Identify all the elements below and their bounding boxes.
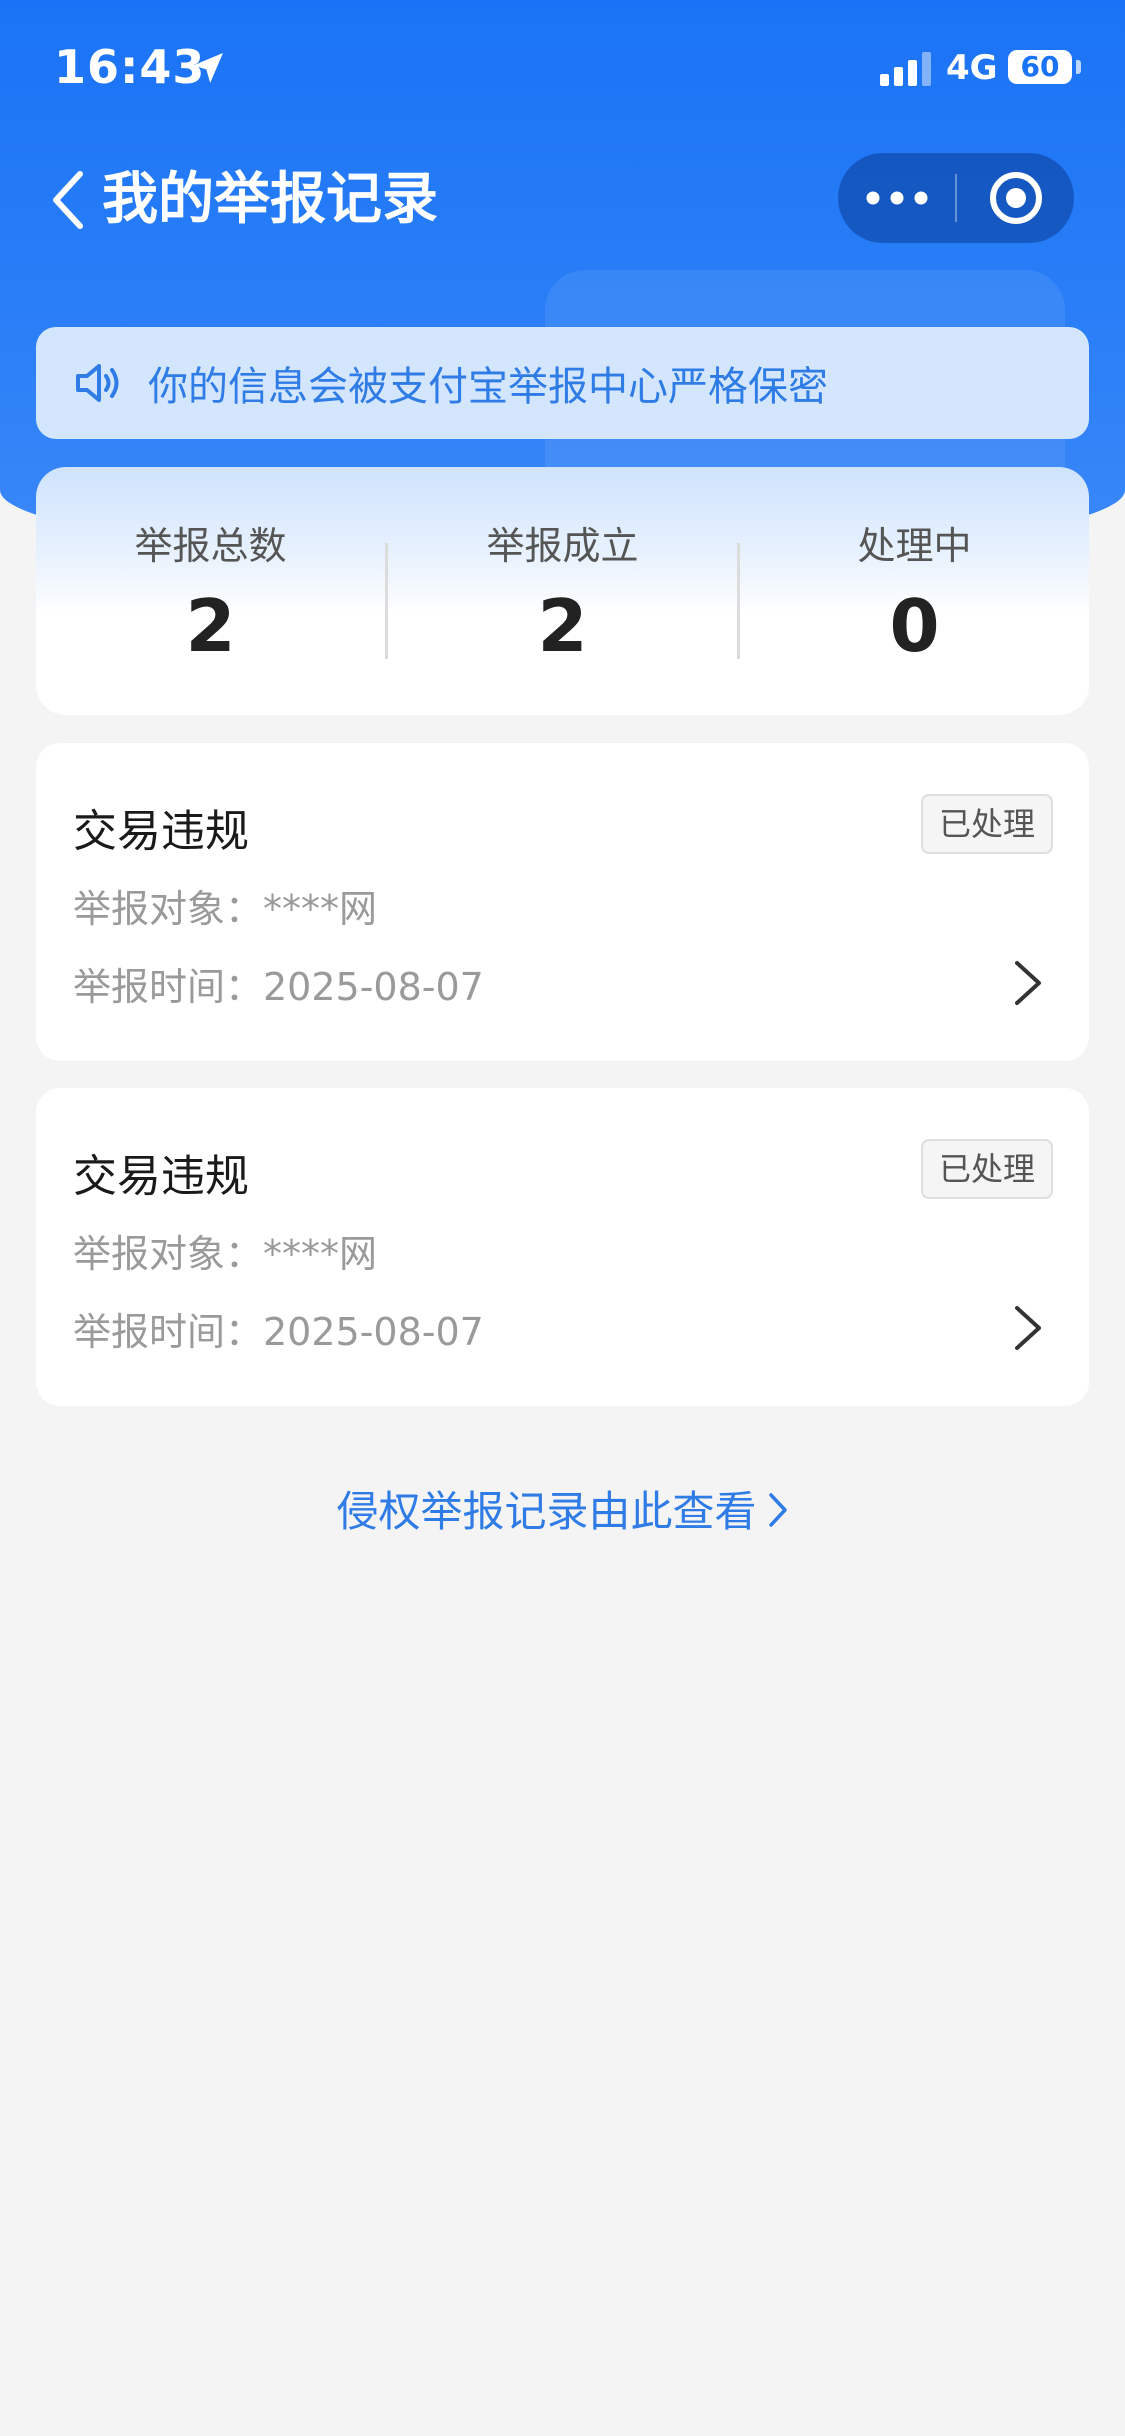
- stats-card: 举报总数 2 举报成立 2 处理中 0: [36, 467, 1089, 715]
- speaker-icon: [76, 364, 119, 402]
- close-button[interactable]: [957, 153, 1074, 243]
- chevron-right-icon: [1015, 961, 1041, 1005]
- cellular-signal-icon: [880, 52, 931, 86]
- status-badge: 已处理: [920, 794, 1053, 854]
- target-close-icon: [989, 172, 1042, 224]
- page-title: 我的举报记录: [102, 167, 438, 232]
- status-time: 16:43: [54, 40, 206, 94]
- chevron-right-icon: [1015, 1306, 1041, 1350]
- stat-label: 举报总数: [134, 523, 287, 568]
- record-target: 举报对象：****网: [73, 1232, 378, 1276]
- mini-program-capsule: [838, 153, 1074, 243]
- stat-label: 处理中: [857, 523, 972, 568]
- privacy-notice: 你的信息会被支付宝举报中心严格保密: [36, 327, 1089, 439]
- record-time: 举报时间：2025-08-07: [73, 965, 484, 1009]
- record-time: 举报时间：2025-08-07: [73, 1310, 484, 1354]
- status-badge: 已处理: [920, 1139, 1053, 1199]
- infringement-records-link[interactable]: 侵权举报记录由此查看: [0, 1478, 1125, 1539]
- report-record-card[interactable]: 交易违规 已处理 举报对象：****网 举报时间：2025-08-07: [36, 743, 1089, 1061]
- stat-label: 举报成立: [486, 523, 639, 568]
- stat-value: 2: [537, 583, 588, 668]
- record-type: 交易违规: [73, 1151, 249, 1202]
- chevron-right-icon: [768, 1493, 787, 1527]
- record-type: 交易违规: [73, 806, 249, 857]
- more-button[interactable]: [838, 153, 955, 243]
- battery-cap: [1076, 60, 1081, 74]
- notice-text: 你的信息会被支付宝举报中心严格保密: [148, 364, 828, 410]
- more-dots-icon: [866, 191, 927, 205]
- stat-established-reports: 举报成立 2: [388, 515, 737, 668]
- report-record-card[interactable]: 交易违规 已处理 举报对象：****网 举报时间：2025-08-07: [36, 1088, 1089, 1406]
- chevron-left-icon: [53, 171, 83, 229]
- stat-total-reports: 举报总数 2: [36, 515, 385, 668]
- location-arrow-icon: [193, 53, 223, 83]
- infringement-link-label: 侵权举报记录由此查看: [336, 1487, 757, 1536]
- status-bar: 16:43 4G 60: [0, 0, 1125, 135]
- back-button[interactable]: [40, 160, 96, 240]
- battery-icon: 60: [1008, 50, 1072, 84]
- record-target: 举报对象：****网: [73, 887, 378, 931]
- stat-processing-reports: 处理中 0: [740, 515, 1089, 668]
- stat-value: 2: [185, 583, 236, 668]
- stat-value: 0: [889, 583, 940, 668]
- network-type: 4G: [946, 48, 998, 88]
